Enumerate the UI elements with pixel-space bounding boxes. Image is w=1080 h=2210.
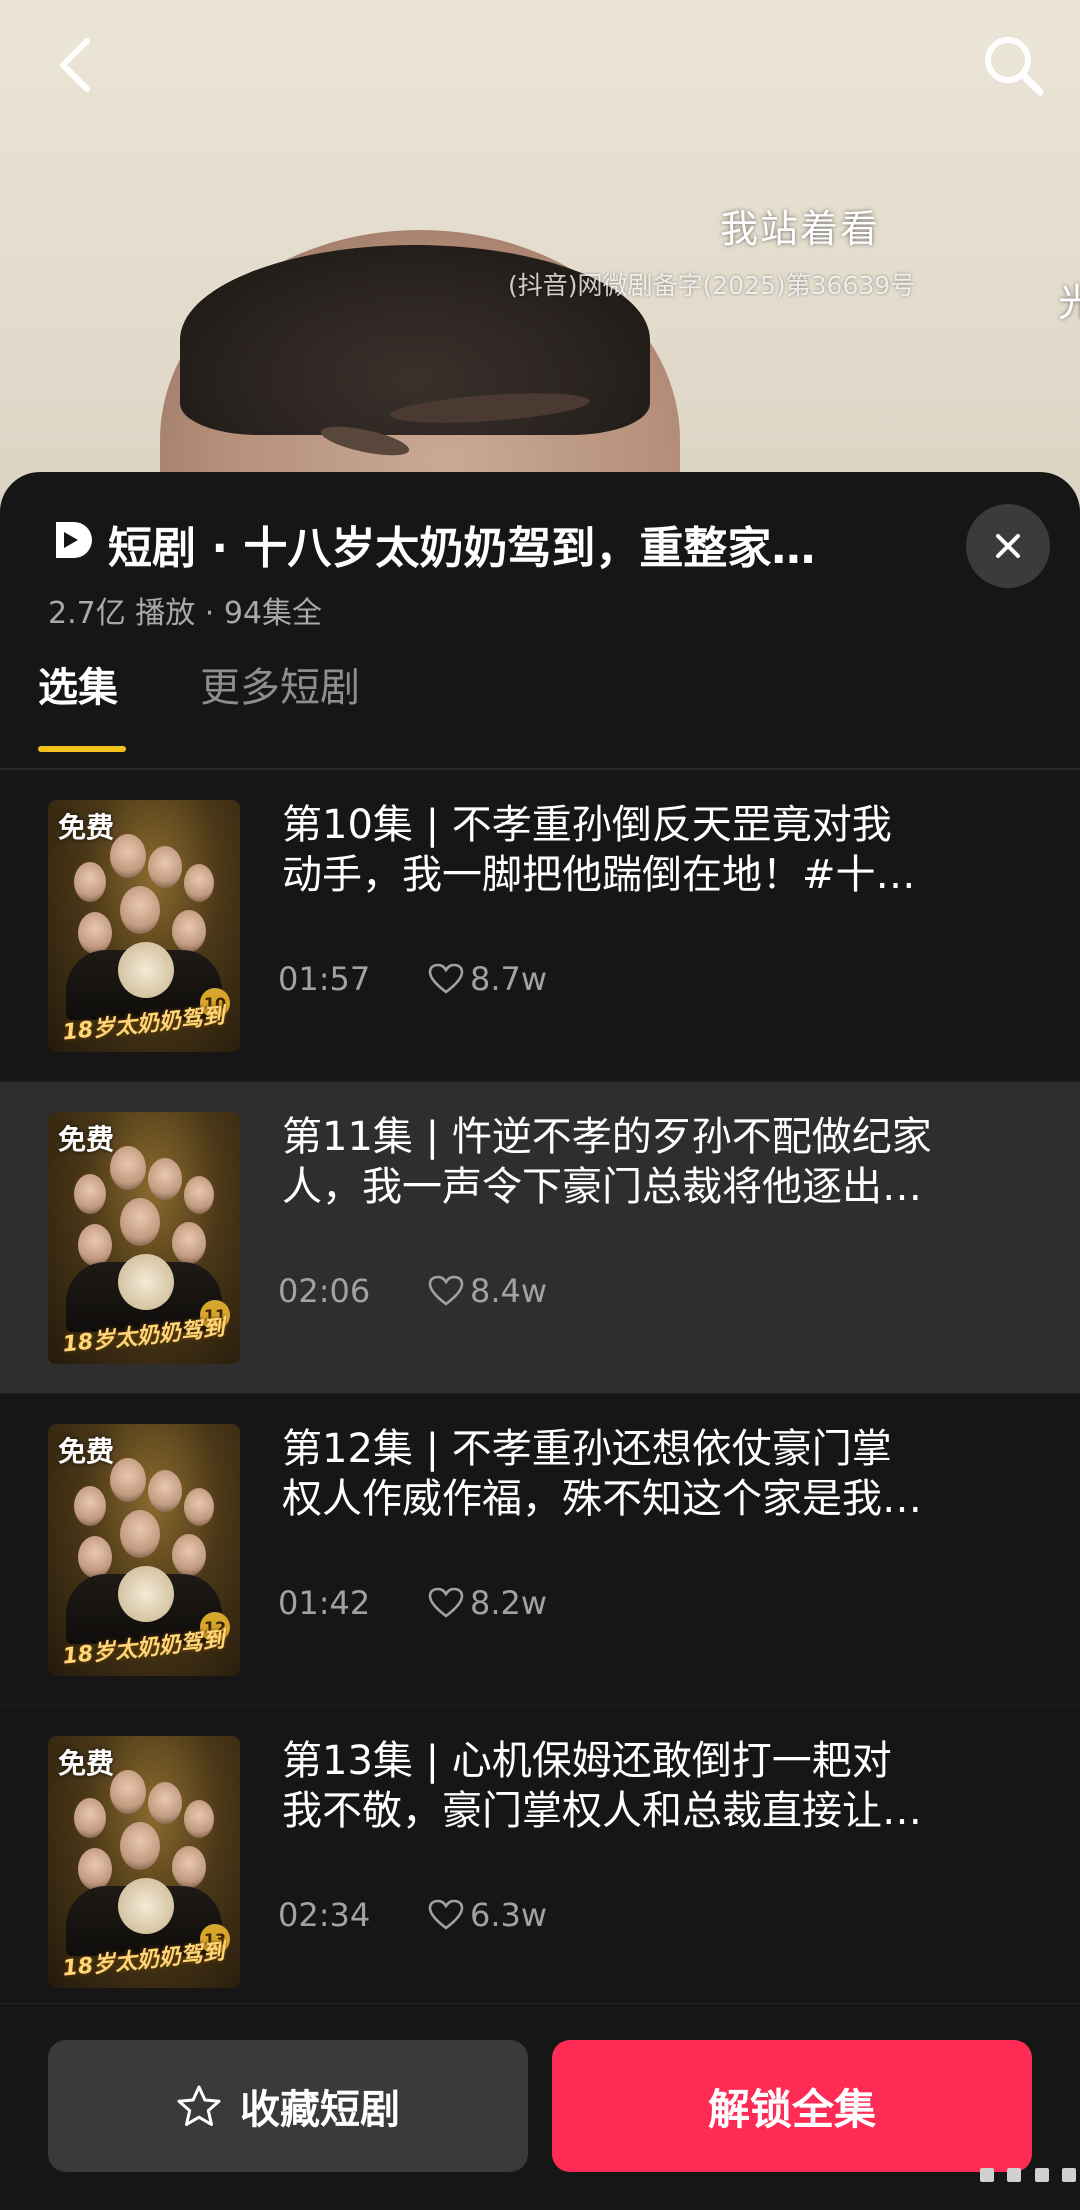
drama-meta: 2.7亿 播放 · 94集全 [48, 596, 323, 631]
star-icon [177, 2085, 221, 2126]
video-subtitle-edge: 光 [1058, 281, 1080, 325]
episode-list: 免费 10 18岁太奶奶驾到 重整家族荣耀II 第10集 | 不孝重孙倒反天罡竟… [0, 770, 1080, 2018]
heart-icon [428, 963, 464, 994]
video-subtitle: 我站着看 [720, 207, 881, 251]
episode-duration: 02:06 [278, 1272, 371, 1310]
episode-likes: 8.4w [428, 1272, 547, 1310]
corner-watermark [980, 2168, 1076, 2192]
episode-item[interactable]: 免费 13 18岁太奶奶驾到 重整家族荣耀II 第13集 | 心机保姆还敢倒打一… [0, 1706, 1080, 2018]
episode-sheet: 短剧 · 十八岁太奶奶驾到，重整家… 2.7亿 播放 · 94集全 选集 更多短… [0, 472, 1080, 2209]
close-icon [996, 534, 1020, 558]
close-button[interactable] [966, 504, 1050, 588]
back-button[interactable] [40, 30, 110, 100]
episode-title-line: 我不敬，豪门掌权人和总裁直接让… [282, 1788, 922, 1834]
episode-title-line: 第10集 | 不孝重孙倒反天罡竟对我 [282, 802, 892, 848]
episode-title-line: 第13集 | 心机保姆还敢倒打一耙对 [282, 1738, 892, 1784]
episode-title: 第10集 | 不孝重孙倒反天罡竟对我 动手，我一脚把他踹倒在地！#十… [282, 800, 1002, 900]
episode-title-line: 第11集 | 忤逆不孝的歹孙不配做纪家 [282, 1114, 932, 1160]
heart-icon [428, 1899, 464, 1930]
bottom-action-bar: 收藏短剧 解锁全集 [0, 2003, 1080, 2210]
search-button[interactable] [978, 30, 1048, 100]
short-drama-logo-icon [56, 522, 92, 558]
episode-stats: 02:34 6.3w [278, 1892, 547, 1938]
tab-active-indicator [38, 746, 126, 752]
episode-thumbnail: 免费 13 18岁太奶奶驾到 重整家族荣耀II [48, 1736, 240, 1988]
search-icon [985, 37, 1044, 96]
likes-count: 8.4w [470, 1272, 548, 1310]
heart-icon [428, 1275, 464, 1306]
chevron-left-icon [60, 38, 90, 92]
episode-title: 第11集 | 忤逆不孝的歹孙不配做纪家 人，我一声令下豪门总裁将他逐出… [282, 1112, 1002, 1212]
episode-item[interactable]: 免费 11 18岁太奶奶驾到 重整家族荣耀II 第11集 | 忤逆不孝的歹孙不配… [0, 1082, 1080, 1394]
episode-stats: 01:42 8.2w [278, 1580, 547, 1626]
collect-drama-button[interactable]: 收藏短剧 [48, 2040, 528, 2172]
episode-thumbnail: 免费 12 18岁太奶奶驾到 重整家族荣耀II [48, 1424, 240, 1676]
episode-title: 第13集 | 心机保姆还敢倒打一耙对 我不敬，豪门掌权人和总裁直接让… [282, 1736, 1002, 1836]
likes-count: 6.3w [470, 1896, 548, 1934]
sheet-header: 短剧 · 十八岁太奶奶驾到，重整家… 2.7亿 播放 · 94集全 [0, 472, 1080, 632]
episode-title: 第12集 | 不孝重孙还想依仗豪门掌 权人作威作福，殊不知这个家是我… [282, 1424, 1002, 1524]
episode-likes: 8.7w [428, 960, 547, 998]
episode-item[interactable]: 免费 10 18岁太奶奶驾到 重整家族荣耀II 第10集 | 不孝重孙倒反天罡竟… [0, 770, 1080, 1082]
unlock-all-button[interactable]: 解锁全集 [552, 2040, 1032, 2172]
episode-title-line: 动手，我一脚把他踹倒在地！#十… [282, 852, 916, 898]
unlock-all-label: 解锁全集 [707, 2084, 876, 2134]
episode-item[interactable]: 免费 12 18岁太奶奶驾到 重整家族荣耀II 第12集 | 不孝重孙还想依仗豪… [0, 1394, 1080, 1706]
tab-bar: 选集 更多短剧 [0, 658, 1080, 768]
free-badge: 免费 [58, 811, 115, 844]
likes-count: 8.2w [470, 1584, 548, 1622]
episode-duration: 02:34 [278, 1896, 371, 1934]
episode-stats: 01:57 8.7w [278, 956, 547, 1002]
episode-thumbnail: 免费 10 18岁太奶奶驾到 重整家族荣耀II [48, 800, 240, 1052]
episode-title-line: 第12集 | 不孝重孙还想依仗豪门掌 [282, 1426, 892, 1472]
episode-likes: 8.2w [428, 1584, 547, 1622]
free-badge: 免费 [58, 1123, 115, 1156]
episode-title-line: 权人作威作福，殊不知这个家是我… [282, 1476, 922, 1522]
tab-episodes[interactable]: 选集 [38, 658, 118, 718]
episode-stats: 02:06 8.4w [278, 1268, 547, 1314]
license-watermark: (抖音)网微剧备字(2025)第36639号 [508, 271, 916, 300]
collect-drama-label: 收藏短剧 [240, 2087, 400, 2133]
episode-duration: 01:57 [278, 960, 371, 998]
episode-duration: 01:42 [278, 1584, 371, 1622]
likes-count: 8.7w [470, 960, 548, 998]
drama-title: 短剧 · 十八岁太奶奶驾到，重整家… [108, 523, 816, 574]
heart-icon [428, 1587, 464, 1618]
episode-likes: 6.3w [428, 1896, 547, 1934]
episode-thumbnail: 免费 11 18岁太奶奶驾到 重整家族荣耀II [48, 1112, 240, 1364]
free-badge: 免费 [58, 1435, 115, 1468]
tab-more-dramas[interactable]: 更多短剧 [200, 658, 360, 718]
episode-title-line: 人，我一声令下豪门总裁将他逐出… [282, 1164, 922, 1210]
free-badge: 免费 [58, 1747, 115, 1780]
